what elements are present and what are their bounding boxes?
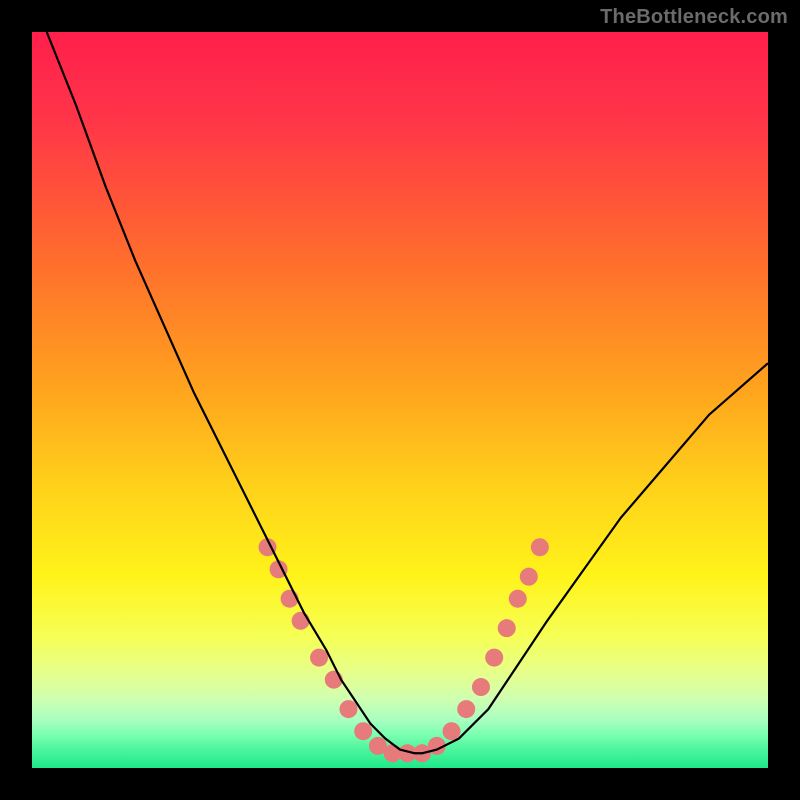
marker-bead [472, 678, 490, 696]
marker-bead [498, 619, 516, 637]
marker-bead [339, 700, 357, 718]
marker-bead [292, 612, 310, 630]
marker-bead [520, 568, 538, 586]
marker-bead [443, 722, 461, 740]
marker-bead [485, 649, 503, 667]
watermark-text: TheBottleneck.com [600, 6, 788, 29]
marker-bead [509, 590, 527, 608]
markers-group [259, 538, 549, 762]
bottleneck-curve [47, 32, 768, 753]
plot-area [32, 32, 768, 768]
marker-bead [457, 700, 475, 718]
marker-bead [354, 722, 372, 740]
marker-bead [310, 649, 328, 667]
curve-layer [32, 32, 768, 768]
marker-bead [531, 538, 549, 556]
chart-frame: TheBottleneck.com [0, 0, 800, 800]
